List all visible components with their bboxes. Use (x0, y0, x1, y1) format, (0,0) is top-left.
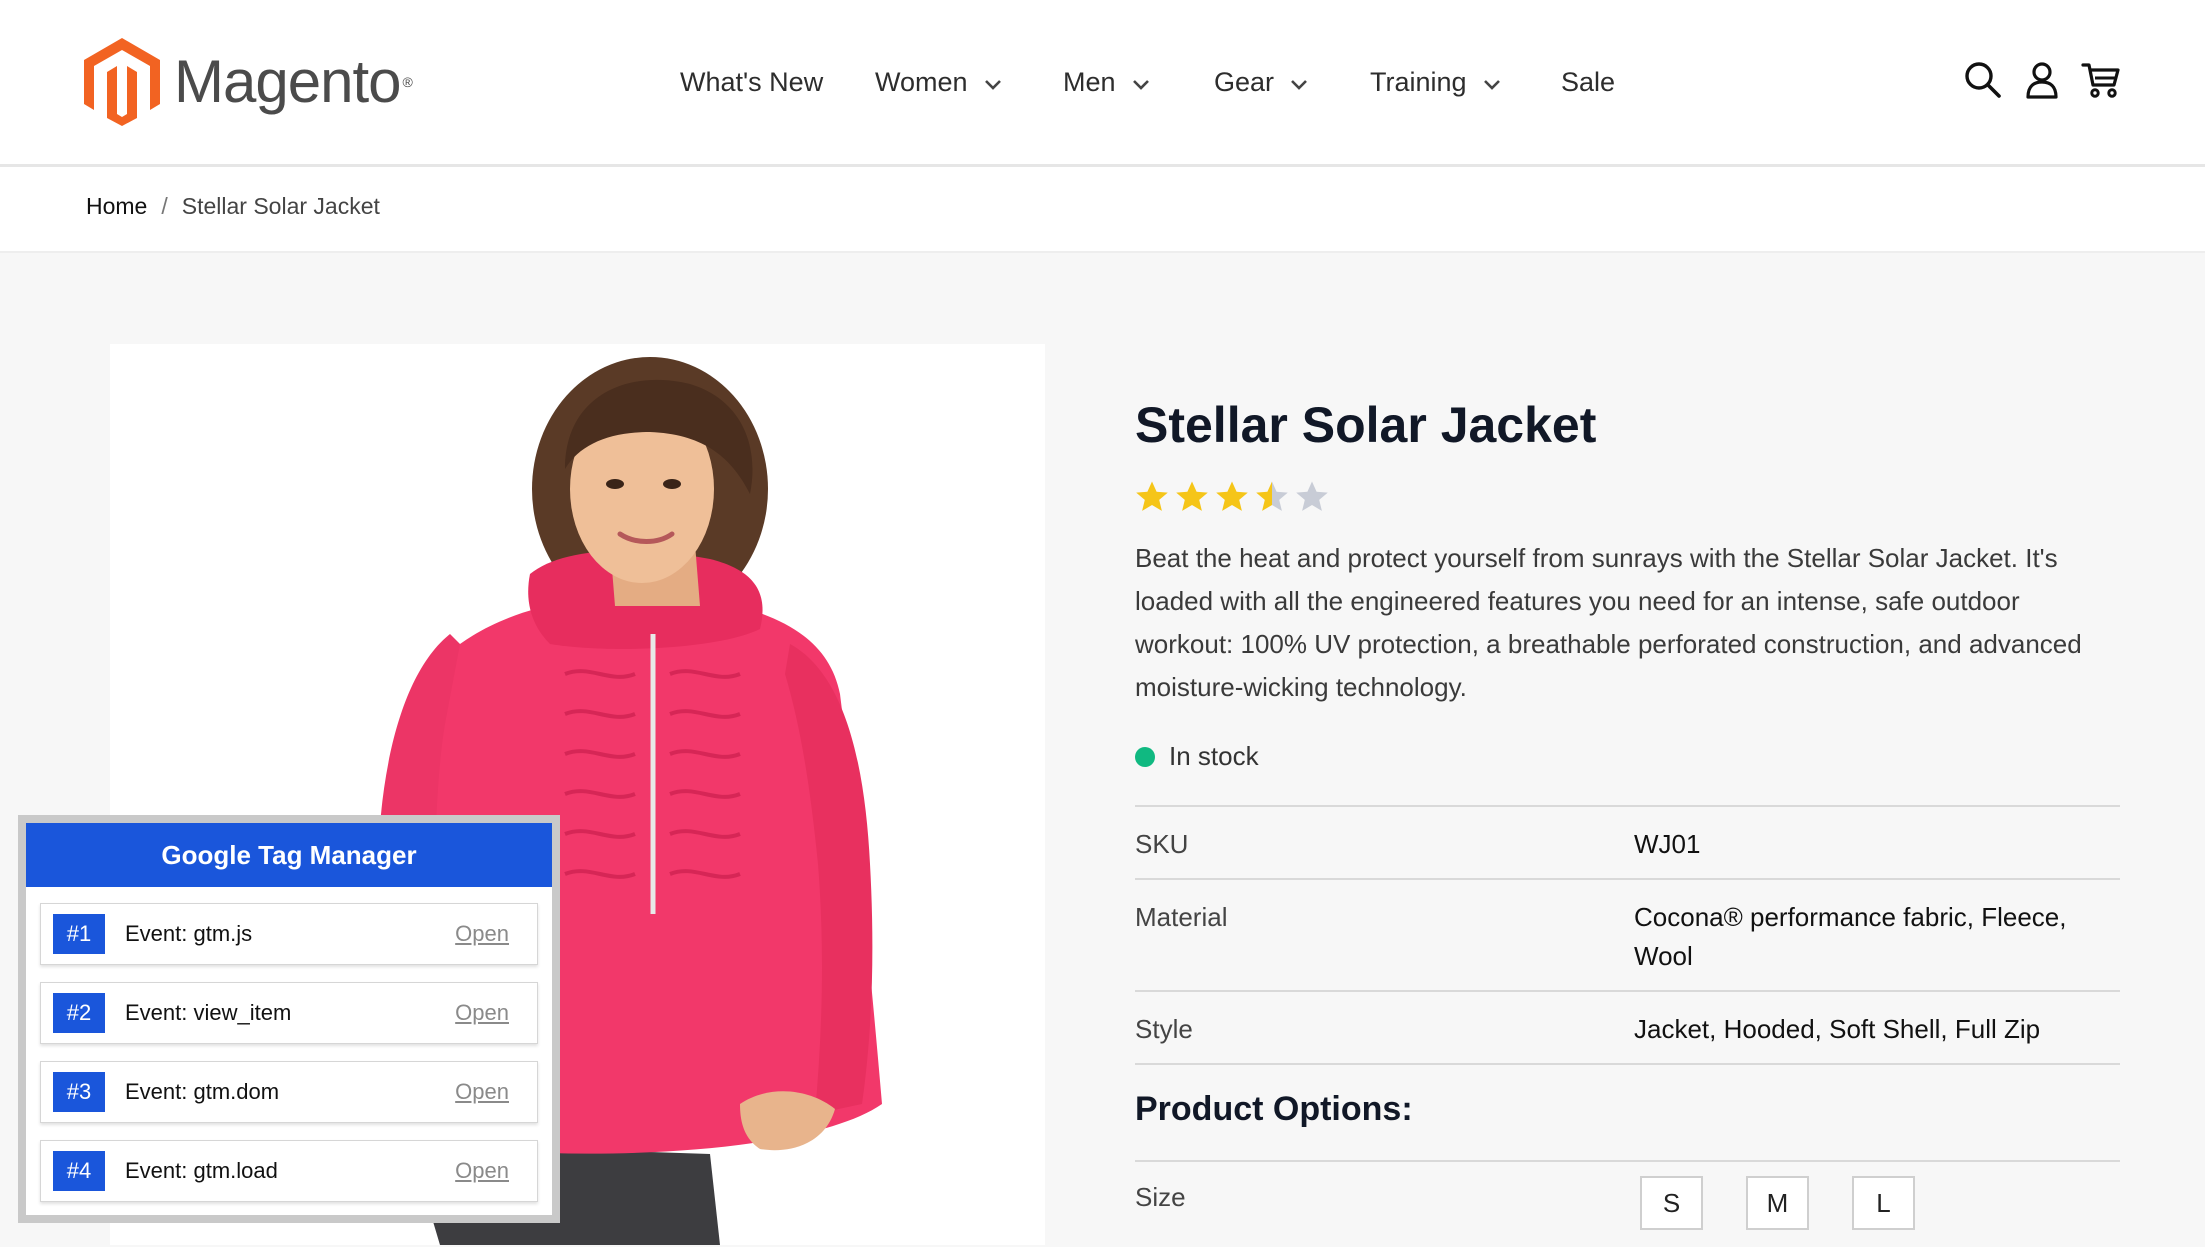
size-label: Size (1135, 1182, 1186, 1212)
account-icon[interactable] (2022, 60, 2062, 100)
nav-women[interactable]: Women (875, 58, 1002, 106)
spec-row-material: Material Cocona® performance fabric, Fle… (1135, 880, 2120, 992)
star-icon (1256, 481, 1288, 511)
chevron-down-icon (1290, 67, 1308, 98)
site-header: Magento ® What's New Women Men Gear Trai… (0, 0, 2205, 167)
size-option-row: Size S M L (1135, 1160, 2120, 1247)
gtm-event-row: #3 Event: gtm.dom Open (40, 1061, 538, 1123)
product-info: Stellar Solar Jacket Beat the heat and p… (1135, 395, 2120, 772)
nav-label: Gear (1214, 66, 1275, 97)
stock-label: In stock (1169, 741, 1259, 771)
nav-men[interactable]: Men (1063, 58, 1150, 106)
stock-status: In stock (1135, 741, 2120, 772)
nav-whats-new[interactable]: What's New (680, 58, 823, 106)
chevron-down-icon (1483, 67, 1501, 98)
spec-row-style: Style Jacket, Hooded, Soft Shell, Full Z… (1135, 992, 2120, 1065)
nav-sale[interactable]: Sale (1561, 58, 1615, 106)
nav-training[interactable]: Training (1370, 58, 1501, 106)
stock-indicator-dot (1135, 746, 1155, 767)
size-option-s[interactable]: S (1640, 1176, 1703, 1230)
gtm-event-row: #2 Event: view_item Open (40, 982, 538, 1044)
gtm-event-row: #1 Event: gtm.js Open (40, 903, 538, 965)
gtm-event-open-link[interactable]: Open (455, 1158, 509, 1184)
gtm-event-number: #3 (53, 1072, 105, 1112)
breadcrumb: Home / Stellar Solar Jacket (86, 193, 380, 220)
nav-label: Sale (1561, 66, 1616, 97)
star-icon (1176, 481, 1208, 511)
chevron-down-icon (1132, 67, 1150, 98)
gtm-event-open-link[interactable]: Open (455, 1000, 509, 1026)
spec-row-sku: SKU WJ01 (1135, 807, 2120, 880)
gtm-event-name: Event: gtm.load (125, 1158, 278, 1183)
gtm-panel-title: Google Tag Manager (26, 823, 552, 887)
product-description: Beat the heat and protect yourself from … (1135, 543, 2082, 702)
star-icon (1136, 481, 1168, 511)
logo-text: Magento (174, 48, 401, 115)
search-icon[interactable] (1963, 60, 2003, 100)
rating-stars (1135, 477, 2120, 517)
spec-label: Style (1135, 1014, 1193, 1044)
spec-value: Cocona® performance fabric, Fleece, Wool (1634, 902, 2067, 971)
product-options-heading: Product Options: (1135, 1090, 1413, 1128)
chevron-down-icon (984, 67, 1002, 98)
magento-logo-icon (84, 38, 160, 126)
spec-label: SKU (1135, 829, 1189, 859)
gtm-event-open-link[interactable]: Open (455, 921, 509, 947)
gtm-event-name: Event: gtm.dom (125, 1079, 280, 1104)
star-icon (1216, 481, 1248, 511)
breadcrumb-current: Stellar Solar Jacket (181, 193, 380, 219)
product-title: Stellar Solar Jacket (1135, 397, 1597, 453)
breadcrumb-home-link[interactable]: Home (86, 193, 147, 220)
gtm-event-name: Event: gtm.js (125, 921, 253, 946)
logo-registered-mark: ® (402, 74, 413, 90)
gtm-event-row: #4 Event: gtm.load Open (40, 1140, 538, 1202)
cart-icon[interactable] (2081, 60, 2121, 100)
nav-label: Training (1370, 66, 1467, 97)
breadcrumb-bar: Home / Stellar Solar Jacket (0, 167, 2205, 253)
gtm-event-number: #1 (53, 914, 105, 954)
magento-logo[interactable]: Magento ® (84, 38, 413, 126)
nav-gear[interactable]: Gear (1214, 58, 1308, 106)
google-tag-manager-panel: Google Tag Manager #1 Event: gtm.js Open… (18, 815, 560, 1223)
spec-value: Jacket, Hooded, Soft Shell, Full Zip (1634, 1014, 2041, 1044)
gtm-event-number: #2 (53, 993, 105, 1033)
spec-value: WJ01 (1634, 829, 1701, 859)
gtm-event-number: #4 (53, 1151, 105, 1191)
size-option-m[interactable]: M (1746, 1176, 1809, 1230)
product-specs-table: SKU WJ01 Material Cocona® performance fa… (1135, 805, 2120, 1065)
gtm-event-open-link[interactable]: Open (455, 1079, 509, 1105)
header-actions (1944, 60, 2121, 100)
spec-label: Material (1135, 902, 1228, 932)
gtm-event-name: Event: view_item (125, 1000, 292, 1025)
nav-label: Men (1063, 66, 1116, 97)
nav-label: Women (875, 66, 968, 97)
breadcrumb-separator: / (161, 193, 168, 219)
nav-label: What's New (680, 66, 824, 97)
star-icon (1296, 481, 1328, 511)
size-option-l[interactable]: L (1852, 1176, 1915, 1230)
